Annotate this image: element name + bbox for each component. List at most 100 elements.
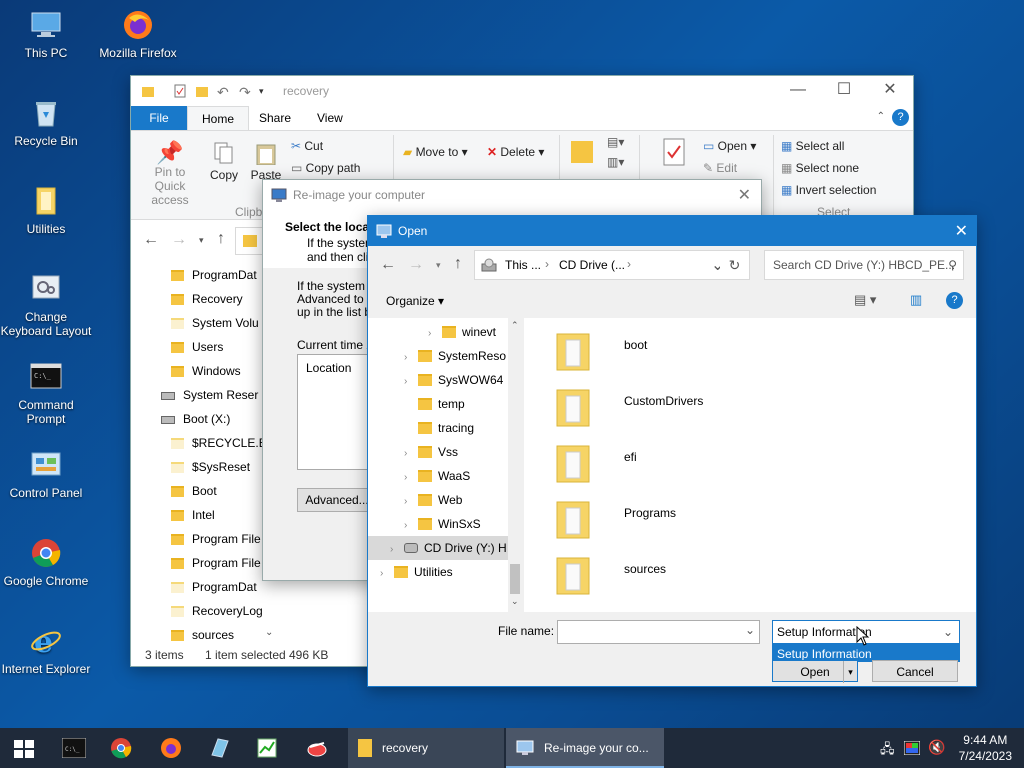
file-list-item[interactable]: efi [550, 434, 950, 490]
invert-selection-button[interactable]: ▦ Invert selection [781, 183, 876, 197]
tree-item[interactable]: › winevt [428, 320, 496, 344]
desktop-icon-utilities[interactable]: Utilities [0, 184, 92, 236]
minimize-button[interactable]: — [775, 76, 821, 106]
tab-view[interactable]: View [303, 106, 357, 130]
tree-item[interactable]: ProgramDat [171, 575, 257, 599]
chevron-down-icon[interactable]: ⌄ [745, 623, 755, 637]
tree-item[interactable]: Boot [171, 479, 217, 503]
file-list-item[interactable]: sources [550, 546, 950, 602]
file-list-item[interactable]: boot [550, 322, 950, 378]
help-icon[interactable]: ? [946, 292, 963, 309]
search-input[interactable]: Search CD Drive (Y:) HBCD_PE... ⚲ [764, 250, 964, 280]
recent-locations-icon[interactable]: ▾ [436, 260, 441, 271]
tree-item[interactable]: $RECYCLE.B [171, 431, 267, 455]
tree-item[interactable]: › Vss [404, 440, 458, 464]
chevron-right-icon[interactable]: › [545, 257, 549, 271]
location-list[interactable]: Location [297, 354, 377, 470]
tree-item[interactable]: › WinSxS [404, 512, 481, 536]
desktop-icon-control-panel[interactable]: Control Panel [0, 448, 92, 500]
chevron-right-icon[interactable]: › [404, 514, 418, 538]
new-item-button[interactable]: ▤▾ [607, 135, 624, 149]
help-icon[interactable]: ? [892, 109, 909, 126]
breadcrumb-this-pc[interactable]: This ... [505, 258, 541, 272]
copy-button[interactable]: Copy [209, 141, 239, 182]
chevron-down-icon[interactable]: ▾ [843, 661, 857, 683]
properties-button[interactable] [661, 137, 687, 170]
tree-item[interactable]: Users [171, 335, 223, 359]
chevron-right-icon[interactable]: › [404, 490, 418, 514]
close-button[interactable]: ✕ [955, 221, 968, 241]
tree-item[interactable]: › Web [404, 488, 462, 512]
chevron-right-icon[interactable]: › [404, 370, 418, 394]
scroll-down-icon[interactable]: ⌄ [265, 627, 273, 638]
taskbar-task-reimage[interactable]: Re-image your co... [506, 728, 664, 768]
desktop-icon-recycle-bin[interactable]: Recycle Bin [0, 96, 92, 148]
organize-button[interactable]: Organize ▾ [386, 294, 444, 308]
tree-item[interactable]: › Utilities [380, 560, 453, 584]
tab-file[interactable]: File [131, 106, 187, 130]
undo-icon[interactable]: ↶ [217, 84, 231, 100]
open-button[interactable]: ▭ Open ▾ [703, 139, 756, 153]
chevron-right-icon[interactable]: › [404, 442, 418, 466]
chevron-right-icon[interactable]: › [404, 466, 418, 490]
properties-quick-icon[interactable] [173, 84, 187, 98]
preview-pane-icon[interactable]: ▥ [910, 292, 922, 308]
tree-item[interactable]: Program File [171, 527, 261, 551]
delete-button[interactable]: ✕ Delete ▾ [487, 145, 544, 159]
tree-item[interactable]: Intel [171, 503, 215, 527]
change-view-icon[interactable]: ▤ ▾ [854, 292, 876, 308]
tab-home[interactable]: Home [187, 106, 250, 130]
address-bar[interactable]: This ... › CD Drive (... › ⌄ [474, 250, 750, 280]
scroll-up-icon[interactable]: ⌃ [511, 320, 519, 331]
advanced-button[interactable]: Advanced... [297, 488, 377, 512]
tree-item[interactable]: Recovery [171, 287, 243, 311]
customize-quick-access-icon[interactable]: ▾ [259, 86, 273, 100]
file-list-item[interactable]: Programs [550, 490, 950, 546]
tree-item[interactable]: $SysReset [171, 455, 250, 479]
chevron-right-icon[interactable]: › [428, 322, 442, 346]
move-to-button[interactable]: ▰ Move to ▾ [403, 145, 468, 159]
refresh-button[interactable]: ↻ [720, 250, 750, 280]
easy-access-button[interactable]: ▥▾ [607, 155, 624, 169]
chevron-right-icon[interactable]: › [404, 346, 418, 370]
start-button[interactable] [0, 728, 48, 768]
display-color-icon[interactable] [904, 741, 920, 755]
tree-item[interactable]: RecoveryLog [171, 599, 263, 623]
tree-item[interactable]: Boot (X:) [161, 407, 230, 431]
taskbar-firefox[interactable] [150, 728, 194, 768]
cut-button[interactable]: ✂ Cut [291, 139, 323, 153]
file-list-item[interactable]: CustomDrivers [550, 378, 950, 434]
pin-to-quick-access-button[interactable]: 📌 Pin to Quick access [139, 141, 201, 208]
scrollbar-thumb[interactable] [510, 564, 520, 594]
tree-item[interactable]: temp [404, 392, 465, 416]
tree-item[interactable]: › WaaS [404, 464, 470, 488]
redo-icon[interactable]: ↷ [239, 84, 253, 100]
tree-item[interactable]: Windows [171, 359, 241, 383]
address-bar[interactable] [235, 227, 265, 255]
taskbar-pinned-app[interactable] [296, 728, 340, 768]
close-button[interactable]: ✕ [867, 76, 913, 106]
tree-item[interactable]: System Volu [171, 311, 259, 335]
select-none-button[interactable]: ▦ Select none [781, 161, 859, 175]
new-folder-button[interactable] [569, 139, 595, 168]
desktop-icon-chrome[interactable]: Google Chrome [0, 536, 92, 588]
tree-item[interactable]: › SysWOW64 [404, 368, 503, 392]
chevron-right-icon[interactable]: › [380, 562, 394, 586]
breadcrumb-cd-drive[interactable]: CD Drive (... [559, 258, 625, 272]
tree-item[interactable]: sources [171, 623, 234, 646]
scroll-down-icon[interactable]: ⌄ [511, 596, 519, 607]
up-arrow-icon[interactable]: ↑ [454, 255, 462, 273]
tree-item[interactable]: Program File [171, 551, 261, 575]
desktop-icon-command-prompt[interactable]: C:\_ Command Prompt [0, 360, 92, 426]
back-arrow-icon[interactable]: ← [380, 256, 396, 274]
chevron-right-icon[interactable]: › [627, 257, 631, 271]
tree-item[interactable]: ProgramDat [171, 263, 257, 287]
taskbar-cmd[interactable]: C:\_ [52, 728, 96, 768]
close-button[interactable]: ✕ [738, 185, 751, 205]
back-arrow-icon[interactable]: ← [143, 231, 159, 249]
clock[interactable]: 9:44 AM 7/24/2023 [959, 732, 1012, 764]
desktop-icon-internet-explorer[interactable]: e Internet Explorer [0, 624, 92, 676]
tree-item[interactable]: › CD Drive (Y:) H [368, 536, 522, 560]
tree-scrollbar[interactable]: ⌃ ⌄ [508, 318, 522, 612]
up-arrow-icon[interactable]: ↑ [217, 230, 225, 248]
